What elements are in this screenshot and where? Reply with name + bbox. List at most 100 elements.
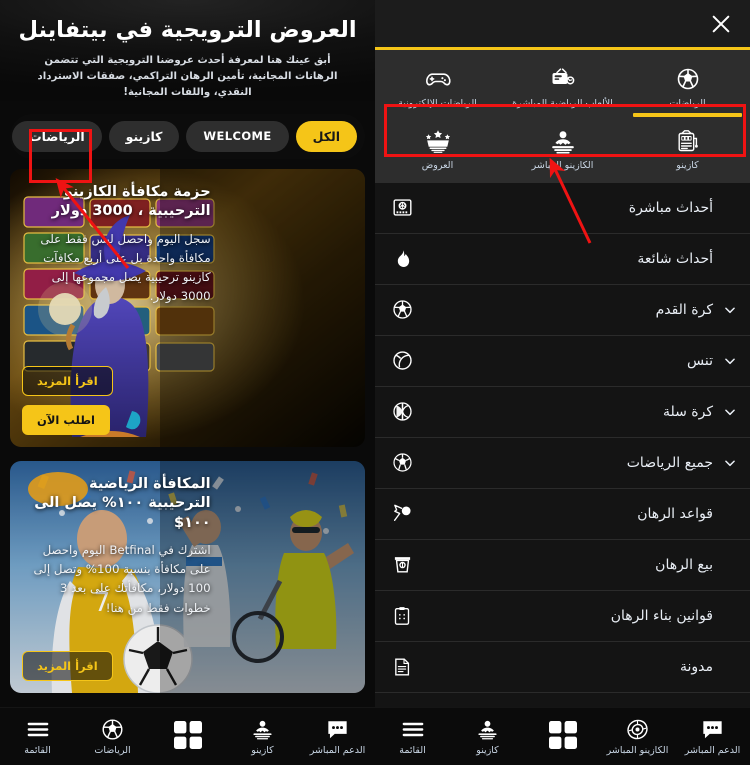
promotions-crown-icon bbox=[424, 128, 452, 154]
live-events-icon bbox=[389, 195, 415, 221]
bottom-nav-live-casino[interactable]: الكازينو المباشر bbox=[600, 708, 675, 765]
soccer-ball-icon bbox=[101, 718, 124, 740]
category-sports[interactable]: الرياضات bbox=[625, 58, 750, 118]
category-grid: الرياضات الألعاب الرياضية المباشرة الريا… bbox=[375, 50, 750, 183]
bottom-nav-home-grid[interactable] bbox=[150, 708, 225, 765]
tennis-ball-icon bbox=[389, 348, 415, 374]
bottom-nav-label: الرياضات bbox=[94, 745, 131, 756]
promo-card-list: حزمة مكافأة الكازينو الترحيبية ، 3000 دو… bbox=[0, 159, 375, 693]
promo-filter-wrap: الكل WELCOME كازينو الرياضات bbox=[10, 113, 365, 159]
menu-drawer-panel: الرياضات الألعاب الرياضية المباشرة الريا… bbox=[375, 0, 750, 765]
chevron-down-icon[interactable] bbox=[722, 353, 738, 369]
bottom-nav-live-support[interactable]: الدعم المباشر bbox=[675, 708, 750, 765]
bottom-nav-menu[interactable]: القائمة bbox=[375, 708, 450, 765]
sidebar-item-live-events[interactable]: أحداث مباشرة bbox=[375, 183, 750, 234]
bottom-nav-menu[interactable]: القائمة bbox=[0, 708, 75, 765]
casino-card-content: حزمة مكافأة الكازينو الترحيبية ، 3000 دو… bbox=[10, 169, 365, 447]
claim-now-button[interactable]: اطلب الآن bbox=[22, 404, 110, 435]
app-root: الرياضات الألعاب الرياضية المباشرة الريا… bbox=[0, 0, 750, 765]
read-more-button[interactable]: اقرأ المزيد bbox=[22, 365, 113, 396]
close-icon[interactable] bbox=[706, 9, 736, 39]
promo-card-sports-welcome[interactable]: 7 المكافأة الرياضية الترحيبية ١٠٠% يصل ا… bbox=[10, 460, 365, 693]
promotions-hero: العروض الترويجية في بيتفاينل أبق عينك هن… bbox=[0, 0, 375, 101]
bottom-nav-right-half: القائمة الرياضات كازينو الدعم المباشر bbox=[0, 708, 375, 765]
sidebar-item-cashout[interactable]: بيع الرهان bbox=[375, 540, 750, 591]
sidebar-item-label: كرة القدم bbox=[655, 301, 713, 318]
bottom-nav-sports[interactable]: الرياضات bbox=[75, 708, 150, 765]
sidebar-item-label: قوانين بناء الرهان bbox=[610, 607, 713, 624]
bottom-nav-label: الدعم المباشر bbox=[684, 745, 741, 756]
promo-filter-bar: الكل WELCOME كازينو الرياضات bbox=[10, 113, 365, 159]
sidebar-item-label: جميع الرياضات bbox=[626, 454, 713, 471]
drawer-header bbox=[375, 0, 750, 47]
betting-rules-icon bbox=[389, 501, 415, 527]
grid-squares-icon bbox=[173, 720, 203, 750]
sidebar-item-label: قواعد الرهان bbox=[637, 505, 713, 522]
basketball-icon bbox=[389, 399, 415, 425]
filter-chip-casino[interactable]: كازينو bbox=[108, 120, 180, 152]
filter-chip-welcome[interactable]: WELCOME bbox=[186, 120, 289, 152]
category-label: كازينو bbox=[676, 160, 699, 172]
promo-card-title: حزمة مكافأة الكازينو الترحيبية ، 3000 دو… bbox=[51, 183, 211, 220]
sidebar-item-label: تنس bbox=[687, 352, 713, 369]
live-chat-icon bbox=[701, 718, 724, 740]
promo-card-casino-welcome[interactable]: حزمة مكافأة الكازينو الترحيبية ، 3000 دو… bbox=[10, 168, 365, 447]
soccer-ball-icon bbox=[676, 66, 700, 92]
bottom-nav-label: القائمة bbox=[24, 745, 51, 756]
sidebar-item-betting-rules[interactable]: قواعد الرهان bbox=[375, 489, 750, 540]
live-dealer-icon bbox=[550, 128, 576, 154]
live-tv-sports-icon bbox=[550, 66, 576, 92]
bottom-nav-casino[interactable]: كازينو bbox=[225, 708, 300, 765]
sidebar-item-bet-builder-rules[interactable]: قوانين بناء الرهان bbox=[375, 591, 750, 642]
category-casino[interactable]: كازينو bbox=[625, 120, 750, 176]
active-underline bbox=[633, 113, 742, 118]
sidebar-nav-list: أحداث مباشرة أحداث شائعة كرة القدم تنس ك… bbox=[375, 182, 750, 765]
category-label: الرياضات الإلكترونية bbox=[398, 98, 477, 109]
sidebar-item-label: كرة سلة bbox=[662, 403, 713, 420]
sidebar-item-basketball[interactable]: كرة سلة bbox=[375, 387, 750, 438]
category-promotions[interactable]: العروض bbox=[375, 120, 500, 176]
filter-chip-sports[interactable]: الرياضات bbox=[12, 120, 102, 152]
category-live-casino[interactable]: الكازينو المباشر bbox=[500, 120, 625, 176]
bottom-nav-label: القائمة bbox=[399, 745, 426, 756]
category-label: الكازينو المباشر bbox=[531, 160, 594, 172]
grid-squares-icon bbox=[548, 720, 578, 750]
bottom-nav-left-half: القائمة كازينو الكازينو المباشر الدعم ال… bbox=[375, 708, 750, 765]
sidebar-item-all-sports[interactable]: جميع الرياضات bbox=[375, 438, 750, 489]
sidebar-item-label: أحداث مباشرة bbox=[628, 199, 713, 216]
category-row-1: الرياضات الألعاب الرياضية المباشرة الريا… bbox=[375, 58, 750, 118]
all-sports-icon bbox=[389, 450, 415, 476]
bottom-nav-label: الكازينو المباشر bbox=[606, 745, 669, 756]
live-dealer-icon bbox=[251, 718, 274, 740]
blog-icon bbox=[389, 654, 415, 680]
sidebar-item-blog[interactable]: مدونة bbox=[375, 642, 750, 693]
sidebar-item-tennis[interactable]: تنس bbox=[375, 336, 750, 387]
hamburger-menu-icon bbox=[402, 718, 424, 740]
category-label: الرياضات bbox=[669, 98, 706, 109]
sidebar-item-label: مدونة bbox=[679, 658, 713, 675]
read-more-button[interactable]: اقرأ المزيد bbox=[22, 650, 113, 681]
chevron-down-icon[interactable] bbox=[722, 404, 738, 420]
promotions-page-panel: العروض الترويجية في بيتفاينل أبق عينك هن… bbox=[0, 0, 375, 765]
bottom-nav-home-grid[interactable] bbox=[525, 708, 600, 765]
promo-card-title: المكافأة الرياضية الترحيبية ١٠٠% يصل الى… bbox=[34, 475, 211, 531]
category-label: العروض bbox=[421, 160, 454, 172]
filter-chip-all[interactable]: الكل bbox=[295, 120, 357, 152]
chevron-down-icon[interactable] bbox=[722, 302, 738, 318]
bottom-nav-live-support[interactable]: الدعم المباشر bbox=[300, 708, 375, 765]
category-live-sports-games[interactable]: الألعاب الرياضية المباشرة bbox=[500, 58, 625, 114]
promo-card-actions: اقرأ المزيد bbox=[22, 650, 113, 681]
bet-builder-rules-icon bbox=[389, 603, 415, 629]
live-dealer-icon bbox=[476, 718, 499, 740]
bottom-nav-casino[interactable]: كازينو bbox=[450, 708, 525, 765]
sidebar-item-football[interactable]: كرة القدم bbox=[375, 285, 750, 336]
promo-card-description: سجل اليوم واحصل ليس فقط على مكافأة واحدة… bbox=[40, 231, 211, 304]
promo-card-description: اشترك في Betfinal اليوم واحصل على مكافأة… bbox=[33, 543, 211, 615]
sports-card-content: المكافأة الرياضية الترحيبية ١٠٠% يصل الى… bbox=[10, 461, 365, 693]
category-row-2: كازينو الكازينو المباشر العروض bbox=[375, 120, 750, 176]
sidebar-item-popular-events[interactable]: أحداث شائعة bbox=[375, 234, 750, 285]
category-esports[interactable]: الرياضات الإلكترونية bbox=[375, 58, 500, 114]
promo-card-actions: اقرأ المزيد اطلب الآن bbox=[22, 365, 113, 435]
chevron-down-icon[interactable] bbox=[722, 455, 738, 471]
sidebar-item-label: بيع الرهان bbox=[655, 556, 713, 573]
